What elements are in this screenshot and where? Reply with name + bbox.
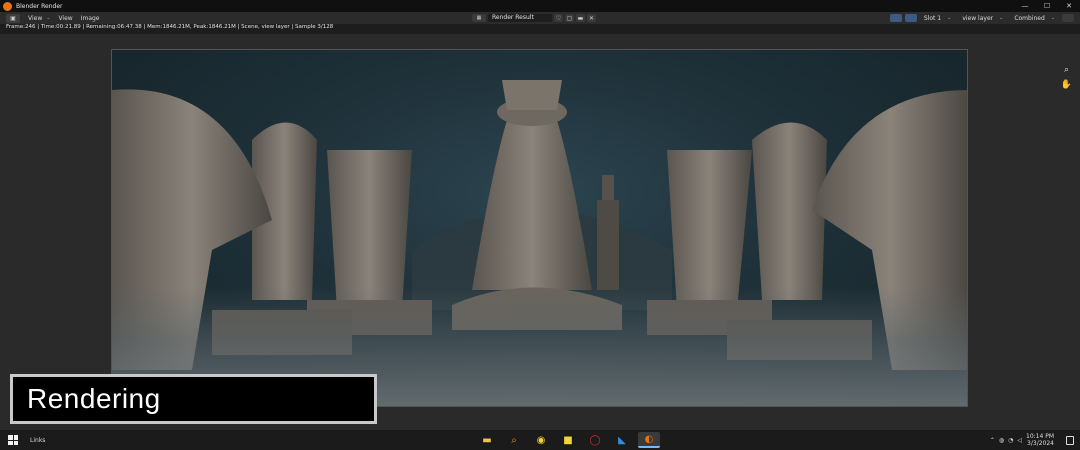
blender-icon[interactable]: ◐ xyxy=(638,432,660,448)
chevron-up-icon[interactable]: ⌃ xyxy=(990,437,995,444)
header-right-controls: Slot 1 ⌄ view layer ⌄ Combined ⌄ xyxy=(889,14,1074,22)
windows-taskbar: Links ▬ ⌕ ◉ ■ ◯ ◣ ◐ ⌃ ◍ ◔ ◁ 10:14 PM 3/3/2024 xyxy=(0,430,1080,450)
title-bar: Blender Render — ☐ ✕ xyxy=(0,0,1080,12)
window-title: Blender Render xyxy=(16,2,63,10)
taskbar-apps: ▬ ⌕ ◉ ■ ◯ ◣ ◐ xyxy=(476,432,660,448)
blender-logo-icon xyxy=(3,1,12,11)
volume-icon[interactable]: ◁ xyxy=(1017,437,1022,444)
image-selector: ▦ Render Result ♡ ▢ ▬ ✕ xyxy=(472,14,596,22)
pan-hand-icon[interactable]: ✋ xyxy=(1061,79,1072,90)
minimize-button[interactable]: — xyxy=(1014,0,1036,12)
notifications-icon[interactable] xyxy=(1066,435,1074,445)
chevron-down-icon: ⌄ xyxy=(999,15,1004,21)
image-name-field[interactable]: Render Result xyxy=(488,14,552,22)
image-viewport[interactable]: ⌕ ✋ xyxy=(0,34,1080,430)
image-editor-header: ▣ View ⌄ View Image ▦ Render Result ♡ ▢ … xyxy=(0,12,1080,24)
view-layer-label: view layer xyxy=(962,14,994,22)
windows-start-icon[interactable] xyxy=(8,435,18,445)
open-folder-icon[interactable]: ▬ xyxy=(576,14,585,22)
search-app-icon[interactable]: ⌕ xyxy=(503,432,525,448)
file-explorer-icon[interactable]: ▬ xyxy=(476,432,498,448)
rendering-label: Rendering xyxy=(10,374,377,424)
slot-dropdown[interactable]: Slot 1 ⌄ xyxy=(919,14,956,22)
rendering-label-text: Rendering xyxy=(27,383,161,414)
clock[interactable]: 10:14 PM 3/3/2024 xyxy=(1026,433,1054,447)
sticky-notes-icon[interactable]: ■ xyxy=(557,432,579,448)
render-pass-label: Combined xyxy=(1014,14,1045,22)
pin-icon[interactable] xyxy=(889,14,902,22)
window-controls: — ☐ ✕ xyxy=(1014,0,1080,12)
slot-label: Slot 1 xyxy=(923,14,942,22)
unlink-icon[interactable]: ✕ xyxy=(587,14,596,22)
view-mode-menu[interactable]: View xyxy=(28,15,42,22)
maximize-button[interactable]: ☐ xyxy=(1036,0,1058,12)
render-status-text: Frame:246 | Time:00:21.89 | Remaining:06… xyxy=(6,24,334,30)
chevron-down-icon: ⌄ xyxy=(947,15,952,21)
view-layer-dropdown[interactable]: view layer ⌄ xyxy=(958,14,1008,22)
display-channels-icon[interactable] xyxy=(904,14,917,22)
clock-time: 10:14 PM xyxy=(1026,433,1054,440)
sidebar-toggle-icon[interactable] xyxy=(1062,14,1074,22)
render-pass-dropdown[interactable]: Combined ⌄ xyxy=(1010,14,1059,22)
system-tray: ⌃ ◍ ◔ ◁ 10:14 PM 3/3/2024 xyxy=(990,430,1074,450)
chevron-down-icon: ⌄ xyxy=(46,15,51,21)
viewport-nav: ⌕ ✋ xyxy=(1061,64,1072,90)
opera-icon[interactable]: ◯ xyxy=(584,432,606,448)
clock-date: 3/3/2024 xyxy=(1027,440,1054,447)
new-image-icon[interactable]: ▢ xyxy=(565,14,574,22)
wifi-icon[interactable]: ◔ xyxy=(1008,437,1013,444)
render-result-image xyxy=(111,49,968,407)
zoom-icon[interactable]: ⌕ xyxy=(1061,64,1072,75)
fake-user-icon[interactable]: ♡ xyxy=(554,14,563,22)
image-browse-icon[interactable]: ▦ xyxy=(472,14,486,22)
vscode-icon[interactable]: ◣ xyxy=(611,432,633,448)
norton-icon[interactable]: ◉ xyxy=(530,432,552,448)
editor-type-selector[interactable]: ▣ xyxy=(6,13,20,23)
image-menu[interactable]: Image xyxy=(81,15,100,22)
close-button[interactable]: ✕ xyxy=(1058,0,1080,12)
links-toolbar[interactable]: Links xyxy=(30,437,45,444)
network-icon[interactable]: ◍ xyxy=(999,437,1004,444)
chevron-down-icon: ⌄ xyxy=(1050,15,1055,21)
view-menu[interactable]: View xyxy=(58,15,72,22)
